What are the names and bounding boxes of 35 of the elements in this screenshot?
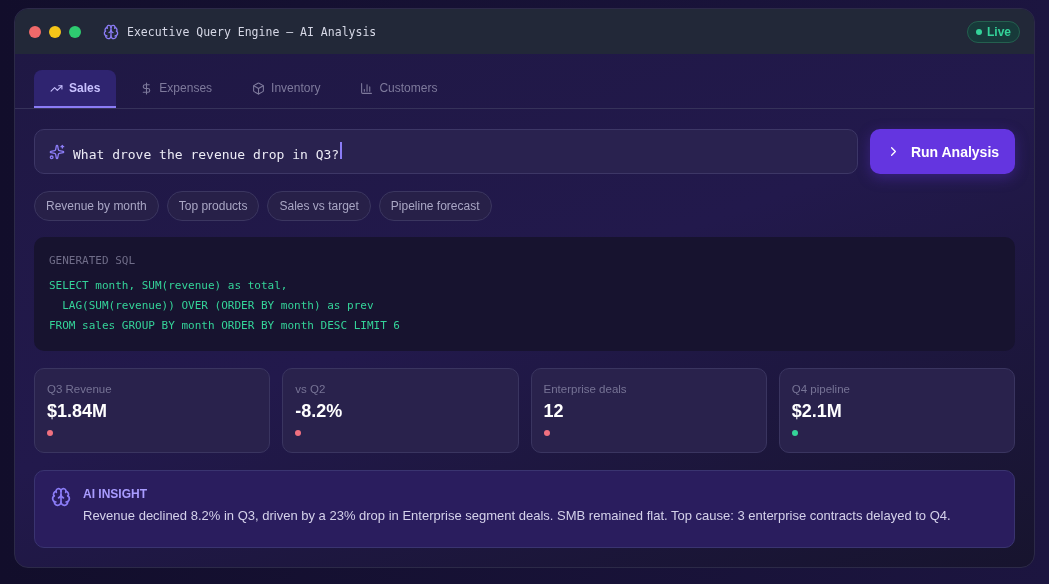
sql-line: SELECT month, SUM(revenue) as total, — [49, 278, 289, 294]
status-dot — [976, 28, 982, 35]
maximize-button[interactable] — [69, 25, 81, 38]
metric-label: Q4 pipeline — [791, 383, 851, 395]
suggestion-chip[interactable]: Sales vs target — [267, 191, 371, 221]
metric-value: -8.2% — [295, 401, 344, 422]
insight-text: Revenue declined 8.2% in Q3, driven by a 23% drop in Enterprise segment deals. SMB remained flat. Top cause: 3 enterprise contracts delayed to Q4. — [83, 508, 951, 523]
minimize-button[interactable] — [49, 25, 61, 38]
metric-label: vs Q2 — [295, 383, 327, 395]
tab[interactable]: Inventory — [236, 70, 337, 108]
run-analysis-button[interactable]: Run Analysis — [870, 129, 1015, 174]
suggestion-chip[interactable]: Pipeline forecast — [378, 191, 492, 221]
sql-heading: GENERATED SQL — [49, 254, 137, 267]
box-icon — [252, 81, 266, 95]
metric-value: 12 — [543, 401, 565, 422]
metric-value: $2.1M — [791, 401, 843, 422]
tab[interactable]: Sales — [34, 70, 117, 108]
tab[interactable]: Expenses — [124, 70, 229, 108]
metric-value: $1.84M — [47, 401, 109, 422]
tab[interactable]: Customers — [344, 70, 454, 108]
window-title: Executive Query Engine — AI Analysis — [127, 24, 377, 39]
sql-line: FROM sales GROUP BY month ORDER BY month DESC LIMIT 6 — [49, 318, 401, 334]
brain-icon — [103, 23, 119, 40]
sparkle-icon — [49, 143, 65, 160]
insight-heading: AI INSIGHT — [83, 487, 148, 501]
brain-icon — [51, 487, 71, 507]
close-button[interactable] — [29, 25, 41, 38]
suggestion-chip[interactable]: Top products — [166, 191, 260, 221]
metric-label: Enterprise deals — [543, 383, 628, 395]
sql-line: LAG(SUM(revenue)) OVER (ORDER BY month) as prev — [61, 298, 375, 314]
metric-label: Q3 Revenue — [47, 383, 113, 395]
bar-chart-icon — [360, 81, 374, 95]
query-field[interactable]: What drove the revenue drop in Q3? — [34, 129, 858, 174]
status-label: Live — [987, 24, 1011, 39]
suggestion-chip[interactable]: Revenue by month — [34, 191, 159, 221]
